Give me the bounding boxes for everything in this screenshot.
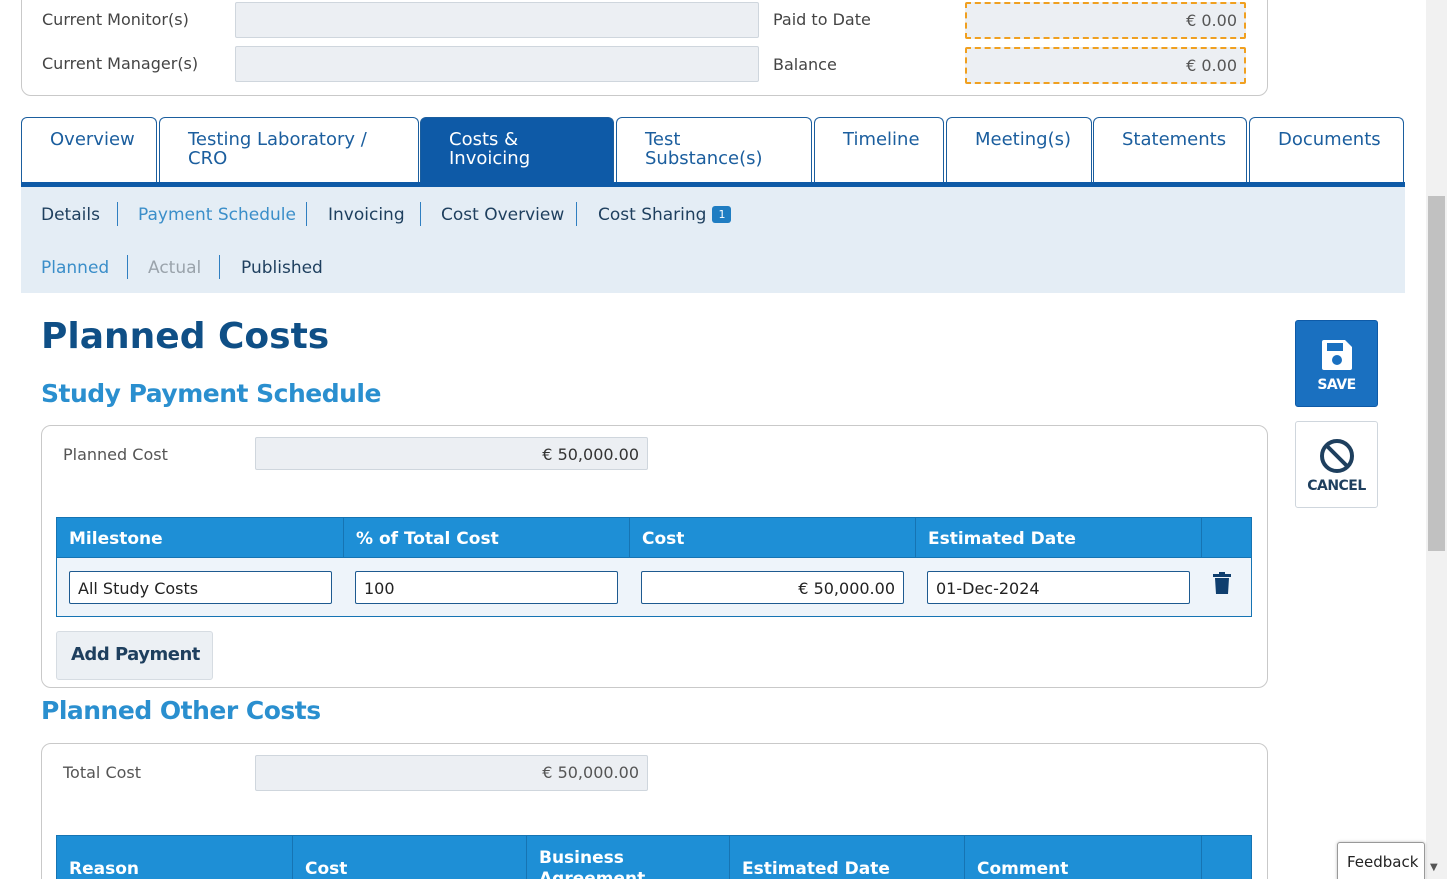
add-payment-button[interactable]: Add Payment bbox=[56, 631, 213, 680]
column-header-cost[interactable]: Cost bbox=[630, 518, 916, 559]
scrollbar-thumb[interactable] bbox=[1428, 196, 1445, 551]
column-header-milestone[interactable]: Milestone bbox=[57, 518, 344, 559]
total-cost-label: Total Cost bbox=[63, 763, 142, 782]
tab-costs-invoicing[interactable]: Costs & Invoicing bbox=[420, 117, 614, 183]
feedback-button[interactable]: Feedback bbox=[1337, 842, 1425, 879]
planned-cost-value: € 50,000.00 bbox=[255, 437, 648, 470]
save-label: SAVE bbox=[1317, 377, 1356, 393]
monitors-label: Current Monitor(s) bbox=[42, 10, 189, 29]
main-tabs: Overview Testing Laboratory / CRO Costs … bbox=[21, 117, 1405, 187]
table-row: All Study Costs 100 € 50,000.00 01-Dec-2… bbox=[56, 558, 1252, 617]
column-header-percent[interactable]: % of Total Cost bbox=[344, 518, 630, 559]
cancel-button[interactable]: CANCEL bbox=[1295, 421, 1378, 508]
cost-sharing-badge: 1 bbox=[712, 206, 732, 223]
column-header-cost[interactable]: Cost bbox=[293, 836, 527, 879]
subnav-cost-sharing-label: Cost Sharing bbox=[598, 205, 707, 225]
balance-label: Balance bbox=[773, 55, 837, 74]
estimated-date-input[interactable]: 01-Dec-2024 bbox=[927, 571, 1190, 604]
payment-schedule-title: Study Payment Schedule bbox=[41, 379, 381, 408]
total-cost-value: € 50,000.00 bbox=[255, 755, 648, 791]
subnav-cost-overview[interactable]: Cost Overview bbox=[441, 205, 564, 225]
tab-testing-laboratory[interactable]: Testing Laboratory / CRO bbox=[159, 117, 419, 183]
subnav-published[interactable]: Published bbox=[241, 258, 323, 278]
trash-icon[interactable] bbox=[1213, 572, 1231, 594]
column-header-actions bbox=[1202, 518, 1252, 559]
subnav-separator bbox=[127, 255, 128, 279]
percent-input[interactable]: 100 bbox=[355, 571, 618, 604]
subnav-invoicing[interactable]: Invoicing bbox=[328, 205, 405, 225]
tab-statements[interactable]: Statements bbox=[1093, 117, 1247, 183]
subnav-separator bbox=[306, 202, 307, 226]
subnav-actual[interactable]: Actual bbox=[148, 258, 201, 278]
column-header-estimated-date[interactable]: Estimated Date bbox=[730, 836, 965, 879]
floppy-disk-icon bbox=[1322, 340, 1352, 370]
monitors-field bbox=[235, 2, 759, 38]
subnav-separator bbox=[117, 202, 118, 226]
tab-test-substances[interactable]: Test Substance(s) bbox=[616, 117, 812, 183]
tab-timeline[interactable]: Timeline bbox=[814, 117, 944, 183]
scroll-down-icon[interactable]: ▼ bbox=[1430, 862, 1438, 873]
save-button[interactable]: SAVE bbox=[1295, 320, 1378, 407]
managers-field bbox=[235, 46, 759, 82]
balance-value: € 0.00 bbox=[965, 47, 1246, 84]
ban-icon bbox=[1320, 439, 1354, 473]
subnav-separator bbox=[576, 202, 577, 226]
column-header-estimated-date[interactable]: Estimated Date bbox=[916, 518, 1202, 559]
tab-documents[interactable]: Documents bbox=[1249, 117, 1404, 183]
subnav-payment-schedule[interactable]: Payment Schedule bbox=[138, 205, 296, 225]
subnav-planned[interactable]: Planned bbox=[41, 258, 109, 278]
tab-overview[interactable]: Overview bbox=[21, 117, 157, 183]
subnav-cost-sharing[interactable]: Cost Sharing 1 bbox=[598, 205, 732, 225]
other-costs-title: Planned Other Costs bbox=[41, 696, 321, 725]
column-header-business-agreement[interactable]: Business Agreement bbox=[527, 836, 730, 879]
cancel-label: CANCEL bbox=[1307, 478, 1366, 494]
managers-label: Current Manager(s) bbox=[42, 54, 199, 73]
column-header-actions bbox=[1202, 836, 1252, 879]
planned-cost-label: Planned Cost bbox=[63, 445, 168, 464]
subnav-details[interactable]: Details bbox=[41, 205, 100, 225]
subnav-separator bbox=[219, 255, 220, 279]
tab-meetings[interactable]: Meeting(s) bbox=[946, 117, 1092, 183]
paid-to-date-label: Paid to Date bbox=[773, 10, 871, 29]
page-title: Planned Costs bbox=[41, 316, 330, 357]
sub-navigation bbox=[21, 187, 1405, 293]
payment-grid-header: Milestone % of Total Cost Cost Estimated… bbox=[56, 517, 1252, 559]
cost-input[interactable]: € 50,000.00 bbox=[641, 571, 904, 604]
paid-to-date-value: € 0.00 bbox=[965, 2, 1246, 39]
column-header-comment[interactable]: Comment bbox=[965, 836, 1202, 879]
milestone-input[interactable]: All Study Costs bbox=[69, 571, 332, 604]
other-costs-grid-header: Reason Cost Business Agreement Estimated… bbox=[56, 835, 1252, 879]
column-header-reason[interactable]: Reason bbox=[57, 836, 293, 879]
subnav-separator bbox=[420, 202, 421, 226]
